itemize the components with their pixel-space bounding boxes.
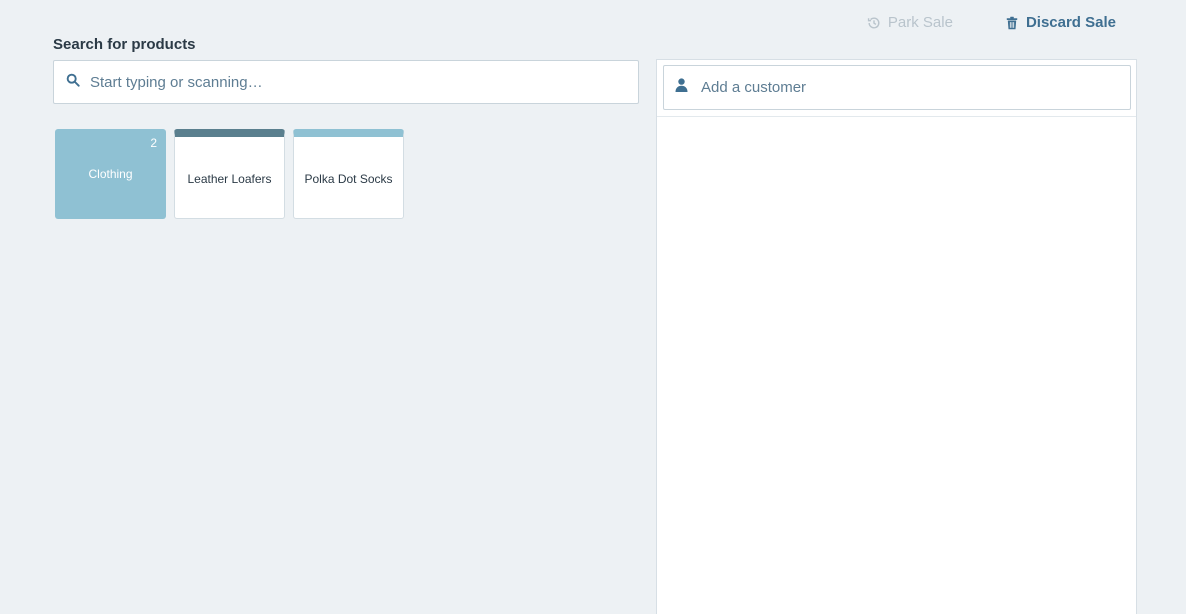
discard-sale-button[interactable]: Discard Sale xyxy=(1005,14,1116,31)
product-tile-leather-loafers[interactable]: Leather Loafers xyxy=(174,129,285,219)
product-search-field[interactable] xyxy=(53,60,639,104)
search-label: Search for products xyxy=(53,36,196,53)
discard-sale-label: Discard Sale xyxy=(1025,14,1116,31)
tile-label: Leather Loafers xyxy=(187,171,272,186)
trash-icon xyxy=(1005,16,1019,30)
divider xyxy=(657,116,1136,117)
park-sale-button[interactable]: Park Sale xyxy=(867,14,953,31)
tile-label: Polka Dot Socks xyxy=(304,171,393,186)
category-count-badge: 2 xyxy=(150,136,157,150)
category-tile-clothing[interactable]: 2 Clothing xyxy=(55,129,166,219)
park-sale-label: Park Sale xyxy=(887,14,953,31)
history-icon xyxy=(867,16,881,30)
sale-panel xyxy=(656,59,1137,614)
sale-actions: Park Sale Discard Sale xyxy=(867,14,1116,31)
tile-label: Clothing xyxy=(88,167,133,181)
customer-input[interactable] xyxy=(701,79,1121,96)
search-input[interactable] xyxy=(90,73,610,91)
product-tile-polka-dot-socks[interactable]: Polka Dot Socks xyxy=(293,129,404,219)
sell-screen: Park Sale Discard Sale Search for produc… xyxy=(0,0,1186,614)
quick-keys: 2 Clothing Leather Loafers Polka Dot Soc… xyxy=(55,129,404,219)
add-customer-field[interactable] xyxy=(663,65,1131,110)
user-icon xyxy=(675,78,688,97)
search-icon xyxy=(66,73,80,92)
